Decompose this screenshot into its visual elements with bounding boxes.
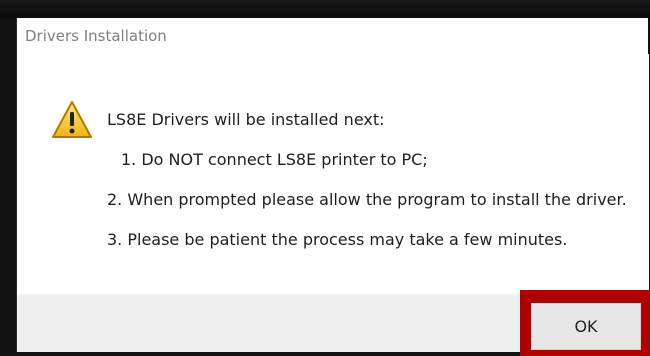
dialog-title: Drivers Installation [25,27,167,45]
dialog-content: LS8E Drivers will be installed next: 1. … [17,54,649,294]
message-line-4: 3. Please be patient the process may tak… [107,230,568,249]
ok-button[interactable]: OK [531,303,641,350]
warning-icon [52,101,92,138]
message-line-1: LS8E Drivers will be installed next: [107,110,385,129]
message-line-3: 2. When prompted please allow the progra… [107,190,627,209]
message-line-2: 1. Do NOT connect LS8E printer to PC; [121,150,428,169]
dialog-title-bar: Drivers Installation [17,18,648,54]
top-strip [0,0,650,18]
